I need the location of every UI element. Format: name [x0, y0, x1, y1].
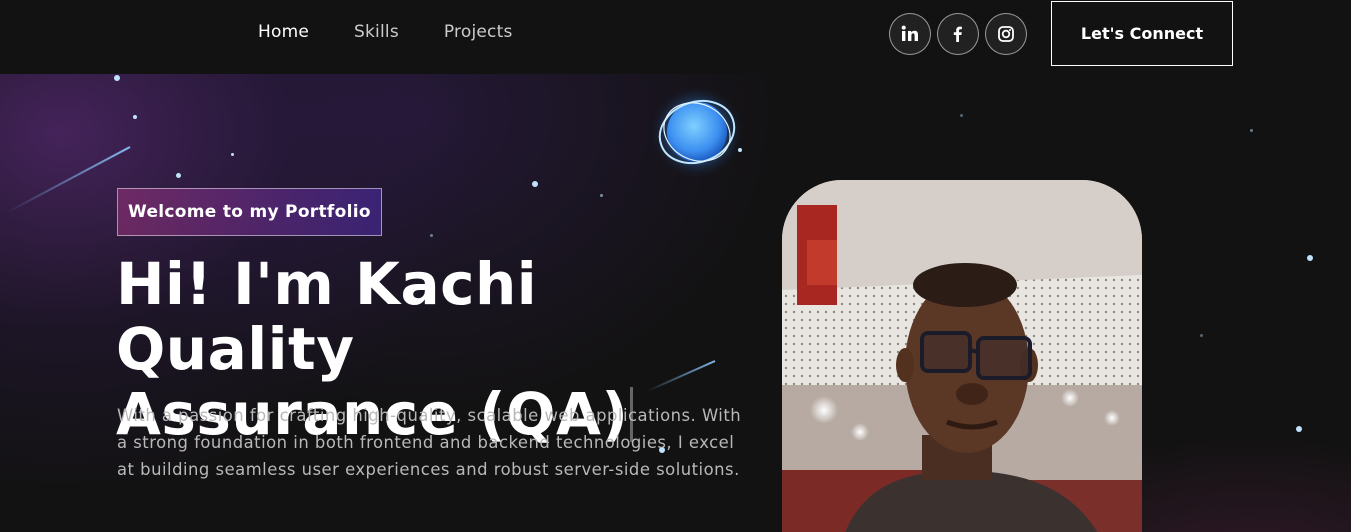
star [1307, 255, 1313, 261]
hero-banner: Welcome to my Portfolio Hi! I'm Kachi Qu… [0, 74, 1351, 532]
nav-links: Home Skills Projects [258, 22, 558, 42]
star [176, 173, 181, 178]
star [960, 114, 963, 117]
portfolio-page: Home Skills Projects Let's Connect Welco… [0, 0, 1351, 532]
star [600, 194, 603, 197]
social-icons [889, 13, 1027, 55]
welcome-tagline: Welcome to my Portfolio [117, 188, 382, 236]
nav-link-home[interactable]: Home [258, 22, 309, 42]
linkedin-icon[interactable] [889, 13, 931, 55]
star [430, 234, 433, 237]
meteor-streak [5, 146, 131, 214]
star [114, 75, 120, 81]
star [1250, 129, 1253, 132]
star [1296, 426, 1302, 432]
profile-photo-illustration [782, 180, 1142, 532]
navbar: Home Skills Projects Let's Connect [0, 0, 1351, 74]
star [231, 153, 234, 156]
lets-connect-button[interactable]: Let's Connect [1051, 1, 1233, 66]
facebook-icon[interactable] [937, 13, 979, 55]
star [532, 181, 538, 187]
nav-link-projects[interactable]: Projects [444, 22, 513, 42]
star [1200, 334, 1203, 337]
instagram-icon[interactable] [985, 13, 1027, 55]
glowing-planet-icon [649, 84, 745, 180]
star [133, 115, 137, 119]
nav-link-skills[interactable]: Skills [354, 22, 399, 42]
hero-bio: With a passion for crafting high-quality… [117, 406, 742, 479]
profile-photo [782, 180, 1142, 532]
headline-line-1: Hi! I'm Kachi Quality [116, 250, 538, 383]
